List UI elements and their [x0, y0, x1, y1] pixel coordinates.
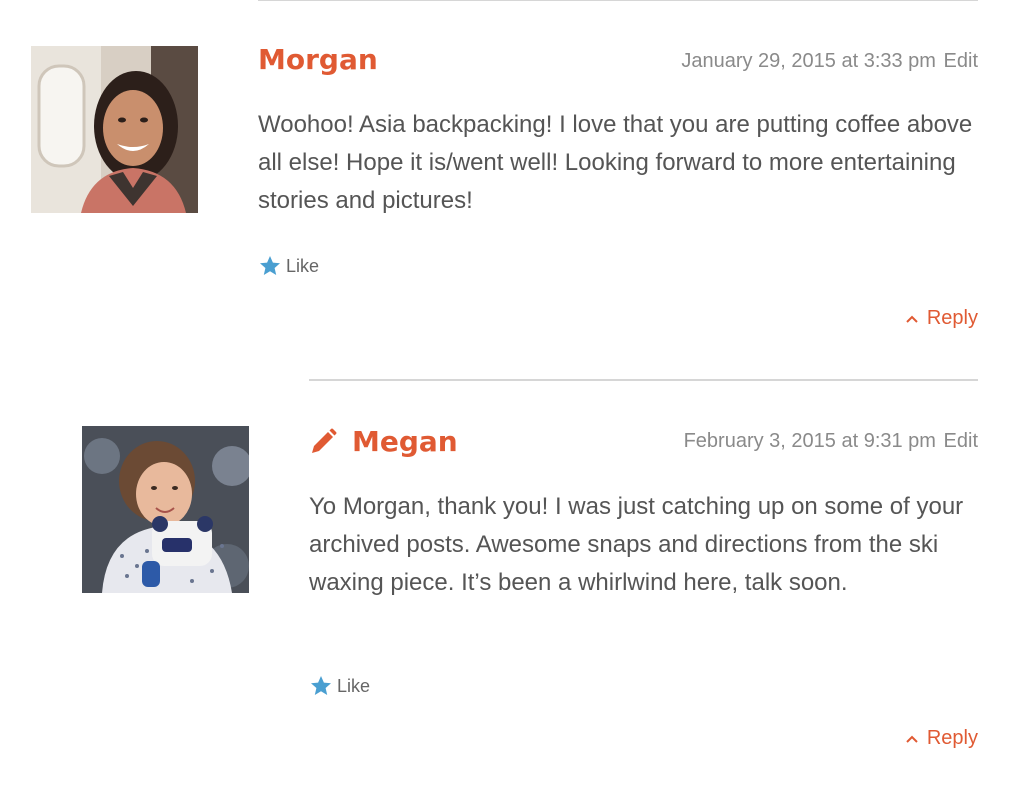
comment-author[interactable]: Morgan — [258, 45, 378, 75]
avatar[interactable] — [31, 46, 198, 213]
reply-link[interactable]: Reply — [905, 307, 978, 330]
edit-link[interactable]: Edit — [944, 50, 978, 72]
like-label: Like — [337, 675, 371, 696]
reply-label: Reply — [926, 727, 978, 749]
like-button[interactable]: Like — [258, 254, 319, 278]
pencil-icon — [312, 428, 337, 453]
edit-link[interactable]: Edit — [944, 430, 978, 452]
star-icon — [311, 676, 331, 695]
like-button[interactable]: Like — [309, 674, 370, 698]
comment-date-link[interactable]: February 3, 2015 at 9:31 pm — [684, 430, 936, 452]
comment-author[interactable]: Megan — [352, 427, 458, 457]
comment-divider — [309, 379, 978, 381]
comment-meta: January 29, 2015 at 3:33 pm Edit — [681, 49, 978, 73]
star-icon — [260, 256, 280, 275]
comment-date-link[interactable]: January 29, 2015 at 3:33 pm — [681, 50, 936, 72]
comment-text: Yo Morgan, thank you! I was just catchin… — [309, 493, 964, 596]
comment-divider — [258, 0, 978, 1]
comment-text: Woohoo! Asia backpacking! I love that yo… — [258, 111, 973, 214]
avatar[interactable] — [82, 426, 249, 593]
chevron-up-icon — [906, 315, 918, 323]
reply-link[interactable]: Reply — [905, 727, 978, 750]
chevron-up-icon — [906, 735, 918, 743]
reply-label: Reply — [926, 307, 978, 329]
comment-meta: February 3, 2015 at 9:31 pm Edit — [684, 429, 978, 453]
like-label: Like — [286, 255, 320, 276]
